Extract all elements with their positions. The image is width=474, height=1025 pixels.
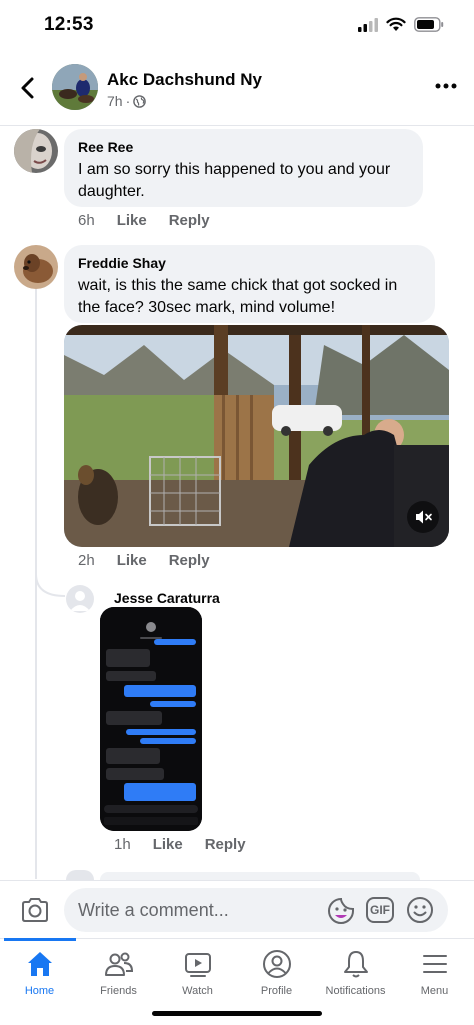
like-button[interactable]: Like (153, 836, 183, 853)
tab-friends[interactable]: Friends (79, 939, 158, 1009)
reply-button[interactable]: Reply (205, 836, 246, 853)
profile-icon (262, 950, 291, 978)
reply-actions: 1h Like Reply (114, 836, 246, 853)
status-time: 12:53 (44, 14, 94, 35)
emoji-icon[interactable] (406, 896, 434, 924)
tab-label: Friends (100, 985, 137, 997)
reply-image[interactable] (100, 607, 202, 831)
globe-icon (133, 94, 147, 108)
status-bar: 12:53 (0, 0, 474, 52)
tab-home[interactable]: Home (0, 938, 79, 1009)
status-icons (358, 17, 444, 32)
more-options-icon[interactable] (434, 78, 458, 94)
reply-button[interactable]: Reply (169, 552, 210, 569)
comment-author[interactable]: Freddie Shay (78, 255, 421, 271)
page-title[interactable]: Akc Dachshund Ny (107, 70, 262, 90)
watch-icon (184, 953, 211, 977)
post-meta: 7h · (107, 93, 147, 109)
comment-placeholder: Write a comment... (78, 900, 229, 920)
comment-input[interactable]: Write a comment... GIF (64, 888, 448, 932)
tab-watch[interactable]: Watch (158, 939, 237, 1009)
comment-time: 6h (78, 212, 95, 229)
page-avatar[interactable] (52, 64, 98, 110)
comment-actions: 6h Like Reply (78, 212, 210, 229)
next-reply-avatar (66, 870, 94, 880)
comment-composer: Write a comment... GIF (0, 880, 474, 938)
mute-icon[interactable] (407, 501, 439, 533)
reply-time: 1h (114, 836, 131, 853)
meta-separator: · (125, 93, 131, 109)
tab-label: Menu (420, 985, 449, 997)
menu-icon (422, 955, 447, 973)
comment-bubble[interactable]: Freddie Shay wait, is this the same chic… (64, 245, 435, 323)
comment-text: wait, is this the same chick that got so… (78, 277, 398, 316)
tab-notifications[interactable]: Notifications (316, 939, 395, 1009)
reply-button[interactable]: Reply (169, 212, 210, 229)
signal-icon (358, 17, 378, 32)
reply-author[interactable]: Jesse Caraturra (114, 590, 220, 606)
friends-icon (104, 952, 133, 976)
tab-label: Profile (260, 985, 293, 997)
comment-bubble[interactable]: Ree Ree I am so sorry this happened to y… (64, 129, 423, 207)
tab-label: Notifications (325, 985, 386, 997)
post-time: 7h (107, 93, 123, 109)
home-indicator (152, 1011, 322, 1016)
gif-button[interactable]: GIF (366, 897, 394, 923)
back-icon[interactable] (14, 74, 42, 102)
battery-icon (414, 17, 444, 32)
next-reply-bubble (100, 872, 420, 880)
commenter-avatar[interactable] (66, 585, 94, 613)
commenter-avatar[interactable] (14, 129, 58, 173)
sticker-icon[interactable] (326, 896, 356, 926)
tab-profile[interactable]: Profile (237, 939, 316, 1009)
home-icon (27, 952, 52, 976)
comment-author[interactable]: Ree Ree (78, 139, 409, 155)
post-header: Akc Dachshund Ny 7h · (0, 58, 474, 126)
tab-label: Home (24, 985, 55, 997)
camera-icon[interactable] (20, 896, 50, 924)
active-tab-indicator (4, 938, 76, 941)
wifi-icon (386, 17, 406, 31)
bell-icon (343, 951, 368, 978)
tab-label: Watch (182, 985, 213, 997)
like-button[interactable]: Like (117, 552, 147, 569)
comment-time: 2h (78, 552, 95, 569)
comment-video[interactable] (64, 325, 449, 547)
commenter-avatar[interactable] (14, 245, 58, 289)
like-button[interactable]: Like (117, 212, 147, 229)
tab-menu[interactable]: Menu (395, 939, 474, 1009)
comment-actions: 2h Like Reply (78, 552, 210, 569)
comment-text: I am so sorry this happened to you and y… (78, 161, 391, 200)
reply-connector (35, 574, 66, 597)
